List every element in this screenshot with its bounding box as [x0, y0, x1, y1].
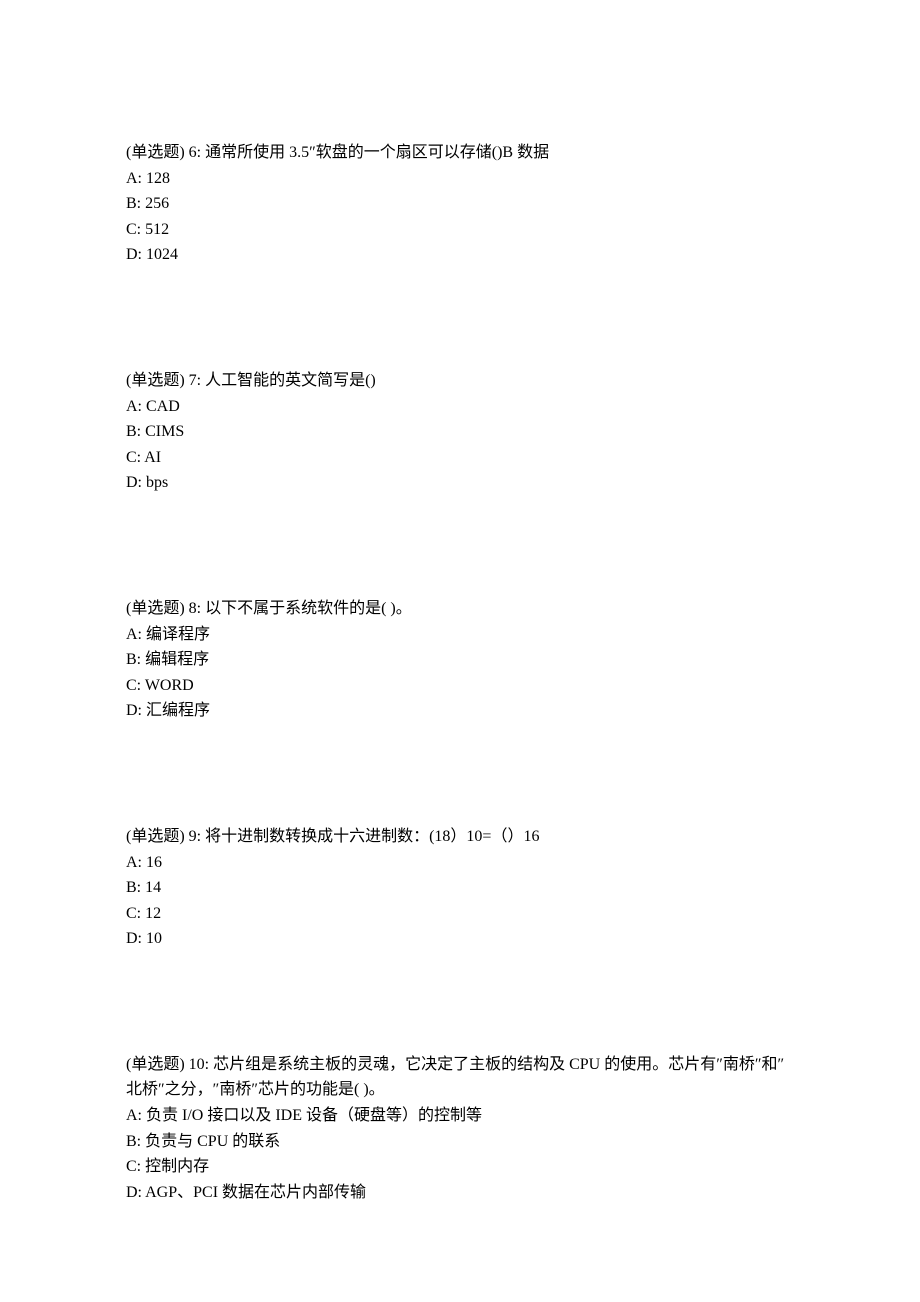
option-c: C: 控制内存	[126, 1154, 794, 1180]
question-block: (单选题) 7: 人工智能的英文简写是() A: CAD B: CIMS C: …	[126, 368, 794, 496]
option-d: D: 1024	[126, 242, 794, 268]
option-b: B: 14	[126, 875, 794, 901]
option-b: B: CIMS	[126, 419, 794, 445]
question-prompt: (单选题) 8: 以下不属于系统软件的是( )。	[126, 596, 794, 622]
option-b: B: 负责与 CPU 的联系	[126, 1129, 794, 1155]
question-prompt: (单选题) 9: 将十进制数转换成十六进制数：(18）10=（）16	[126, 824, 794, 850]
option-d: D: AGP、PCI 数据在芯片内部传输	[126, 1180, 794, 1206]
option-c: C: WORD	[126, 673, 794, 699]
option-b: B: 编辑程序	[126, 647, 794, 673]
option-a: A: 编译程序	[126, 622, 794, 648]
option-d: D: bps	[126, 470, 794, 496]
question-block: (单选题) 10: 芯片组是系统主板的灵魂，它决定了主板的结构及 CPU 的使用…	[126, 1052, 794, 1206]
document-page: (单选题) 6: 通常所使用 3.5″软盘的一个扇区可以存储()B 数据 A: …	[0, 0, 920, 1285]
option-a: A: CAD	[126, 394, 794, 420]
option-a: A: 128	[126, 166, 794, 192]
question-prompt: (单选题) 6: 通常所使用 3.5″软盘的一个扇区可以存储()B 数据	[126, 140, 794, 166]
option-c: C: 512	[126, 217, 794, 243]
question-block: (单选题) 9: 将十进制数转换成十六进制数：(18）10=（）16 A: 16…	[126, 824, 794, 952]
question-prompt: (单选题) 10: 芯片组是系统主板的灵魂，它决定了主板的结构及 CPU 的使用…	[126, 1052, 794, 1103]
option-c: C: 12	[126, 901, 794, 927]
question-prompt: (单选题) 7: 人工智能的英文简写是()	[126, 368, 794, 394]
option-a: A: 负责 I/O 接口以及 IDE 设备（硬盘等）的控制等	[126, 1103, 794, 1129]
option-d: D: 汇编程序	[126, 698, 794, 724]
question-block: (单选题) 6: 通常所使用 3.5″软盘的一个扇区可以存储()B 数据 A: …	[126, 140, 794, 268]
option-a: A: 16	[126, 850, 794, 876]
option-b: B: 256	[126, 191, 794, 217]
option-d: D: 10	[126, 926, 794, 952]
option-c: C: AI	[126, 445, 794, 471]
question-block: (单选题) 8: 以下不属于系统软件的是( )。 A: 编译程序 B: 编辑程序…	[126, 596, 794, 724]
